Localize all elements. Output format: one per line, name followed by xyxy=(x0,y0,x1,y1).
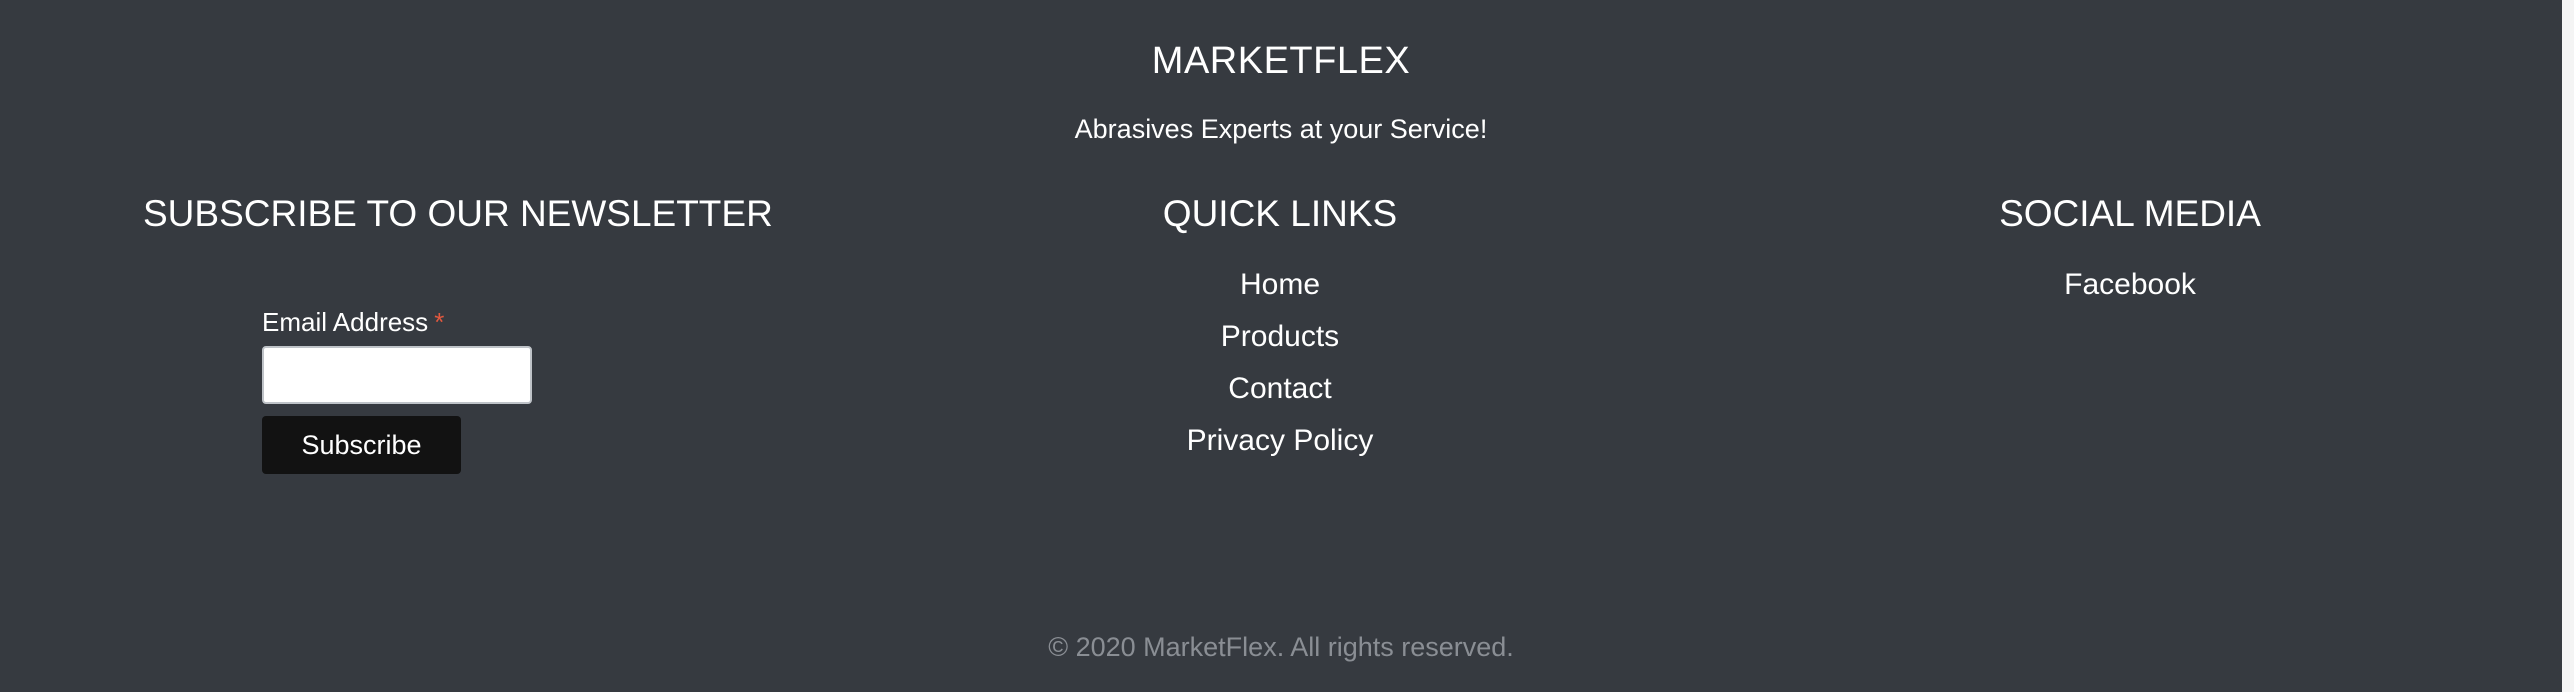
social-link-item: Facebook xyxy=(1930,262,2330,314)
quick-link-privacy-policy[interactable]: Privacy Policy xyxy=(1187,424,1374,457)
site-footer: MARKETFLEX Abrasives Experts at your Ser… xyxy=(0,0,2562,692)
quick-link-home[interactable]: Home xyxy=(1240,268,1320,301)
page-edge xyxy=(2562,0,2574,692)
email-label-text: Email Address xyxy=(262,307,429,337)
quick-link-contact[interactable]: Contact xyxy=(1228,372,1331,405)
email-field[interactable] xyxy=(262,346,532,404)
newsletter-heading: SUBSCRIBE TO OUR NEWSLETTER xyxy=(143,193,773,234)
social-links-list: Facebook xyxy=(1930,262,2330,314)
social-media-heading: SOCIAL MEDIA xyxy=(1999,193,2261,234)
quick-link-item: Products xyxy=(1080,314,1480,366)
copyright-text: © 2020 MarketFlex. All rights reserved. xyxy=(1048,632,1514,662)
required-marker: * xyxy=(434,307,445,337)
email-label: Email Address * xyxy=(262,306,444,338)
quick-link-item: Privacy Policy xyxy=(1080,418,1480,470)
quick-link-item: Home xyxy=(1080,262,1480,314)
quick-link-item: Contact xyxy=(1080,366,1480,418)
quick-links-heading: QUICK LINKS xyxy=(1162,193,1398,234)
brand-title: MARKETFLEX xyxy=(1151,40,1411,82)
social-link-facebook[interactable]: Facebook xyxy=(2064,268,2196,301)
brand-tagline: Abrasives Experts at your Service! xyxy=(1074,114,1488,144)
subscribe-button[interactable]: Subscribe xyxy=(262,416,461,474)
quick-link-products[interactable]: Products xyxy=(1221,320,1339,353)
quick-links-list: Home Products Contact Privacy Policy xyxy=(1080,262,1480,470)
